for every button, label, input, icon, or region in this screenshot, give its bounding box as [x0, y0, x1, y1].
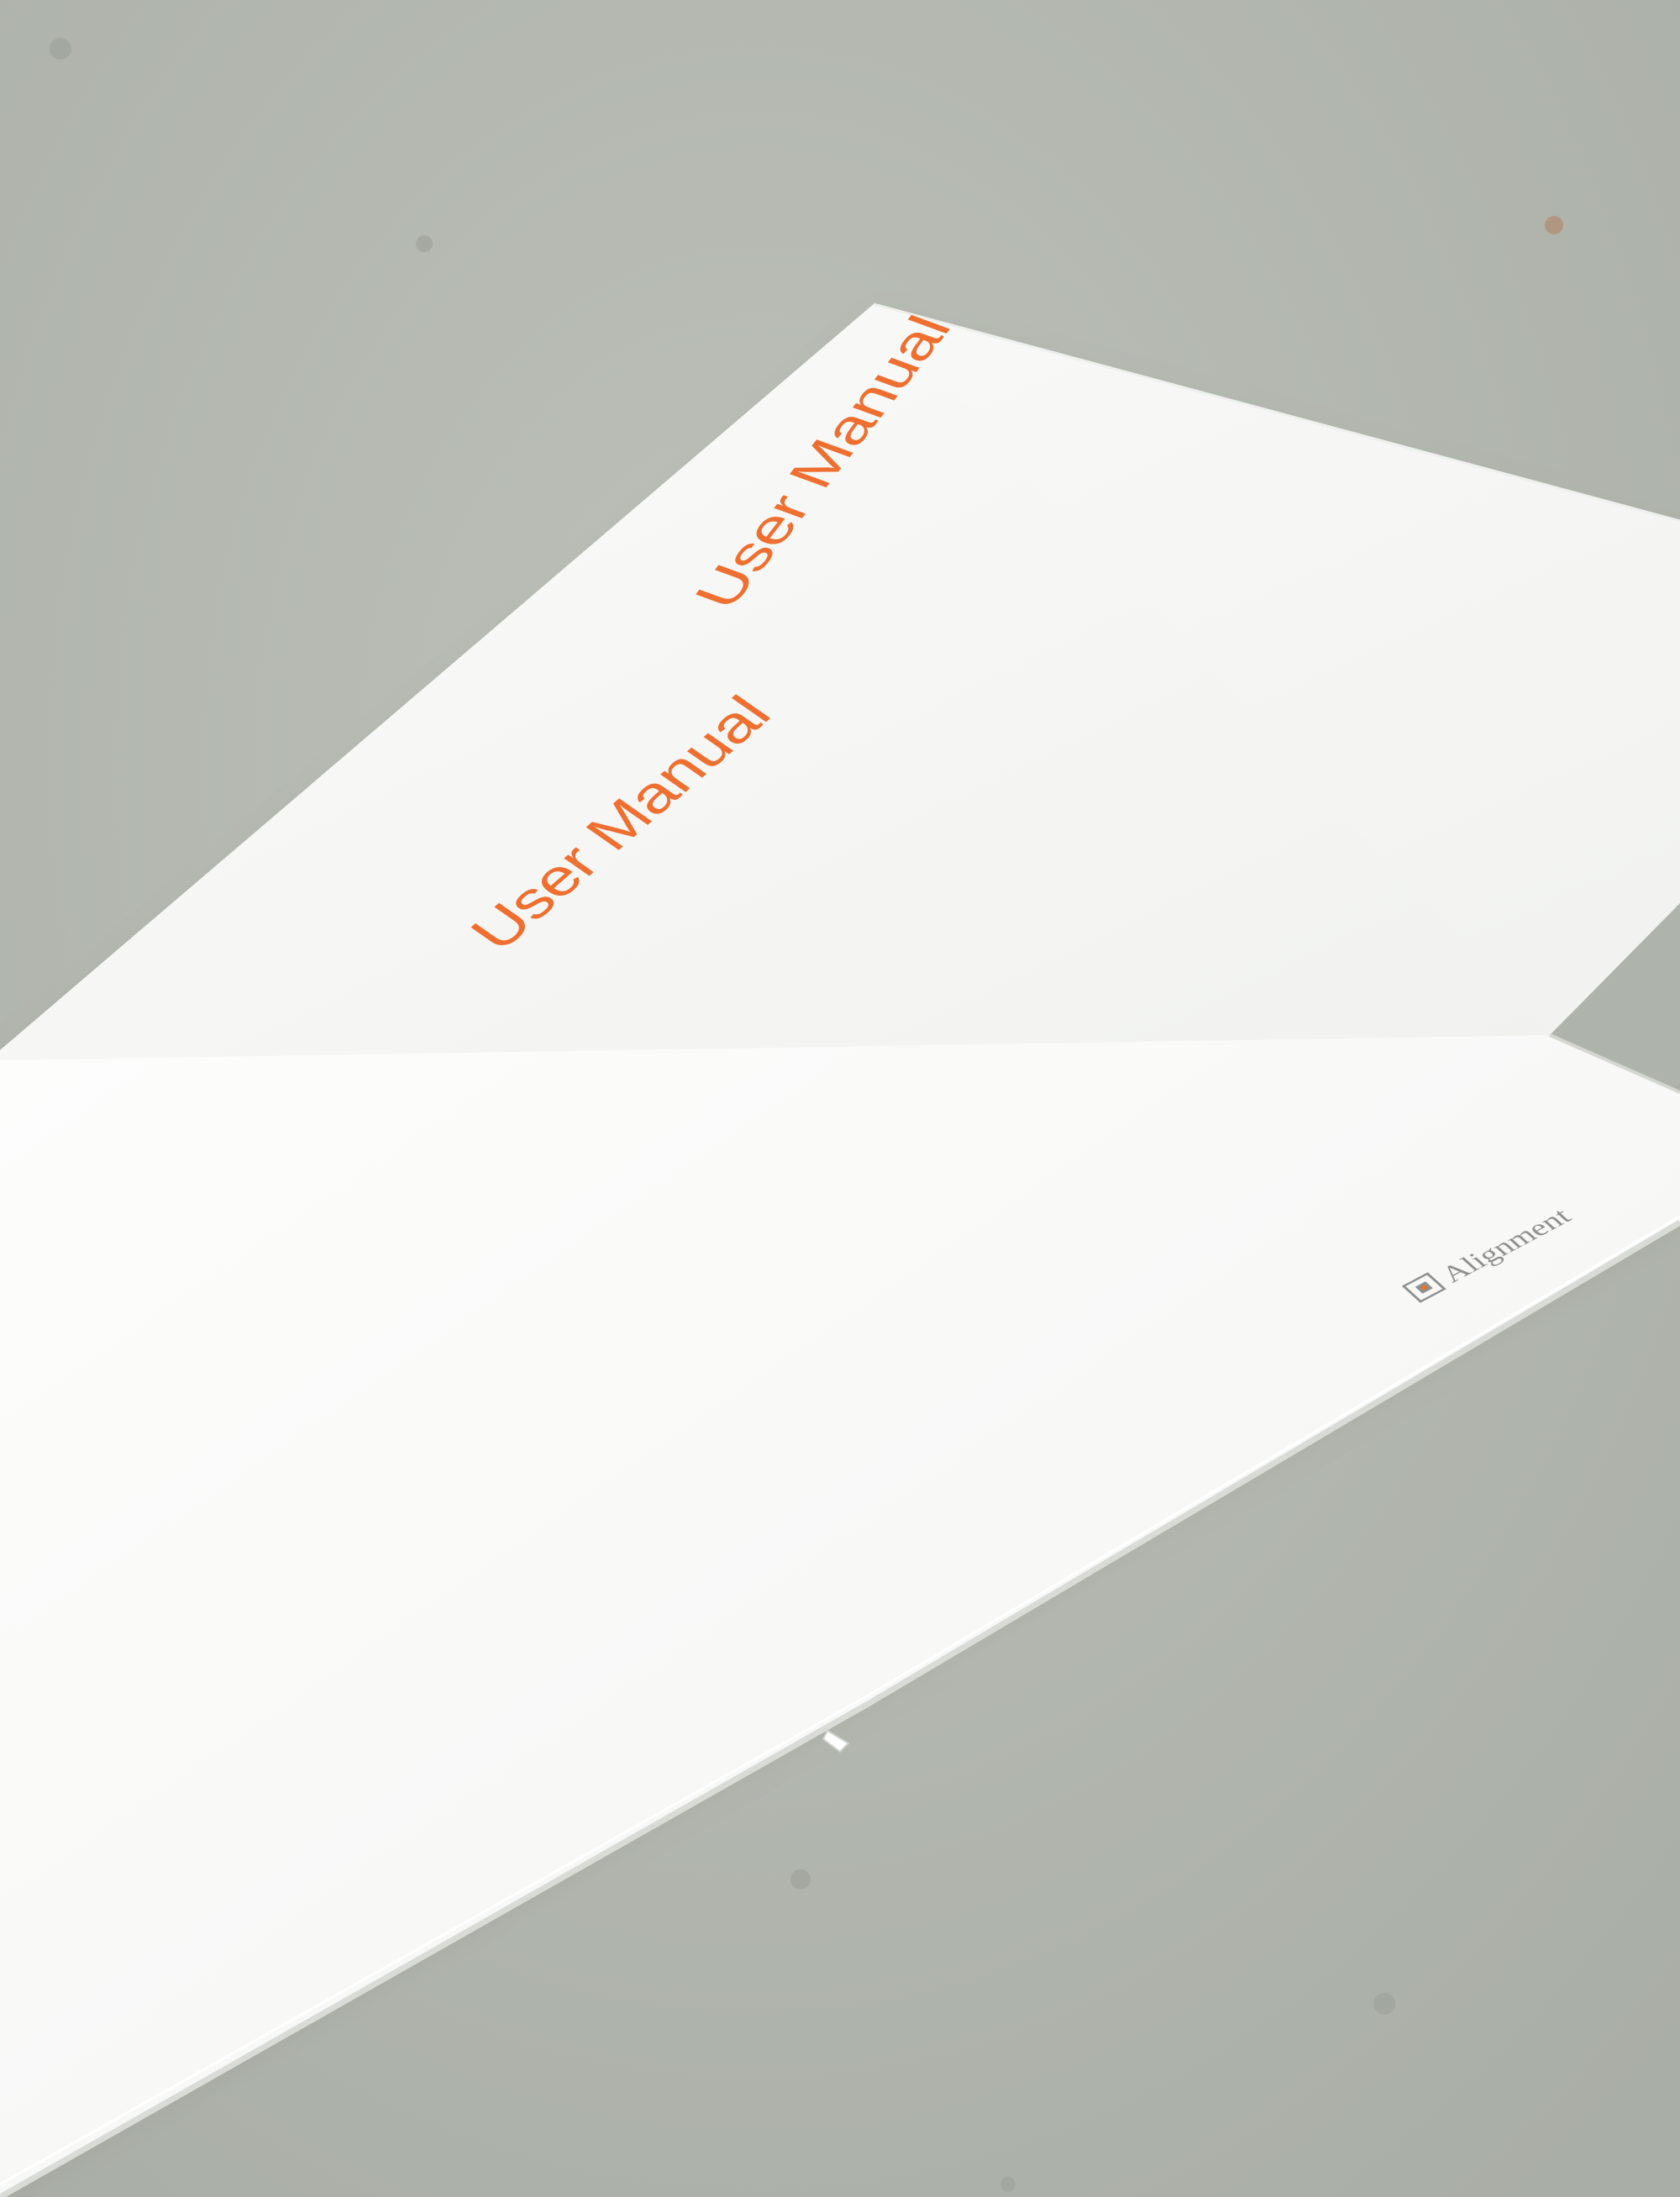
photo-scene: User Manual User Manual Alignment — [0, 0, 1680, 2197]
